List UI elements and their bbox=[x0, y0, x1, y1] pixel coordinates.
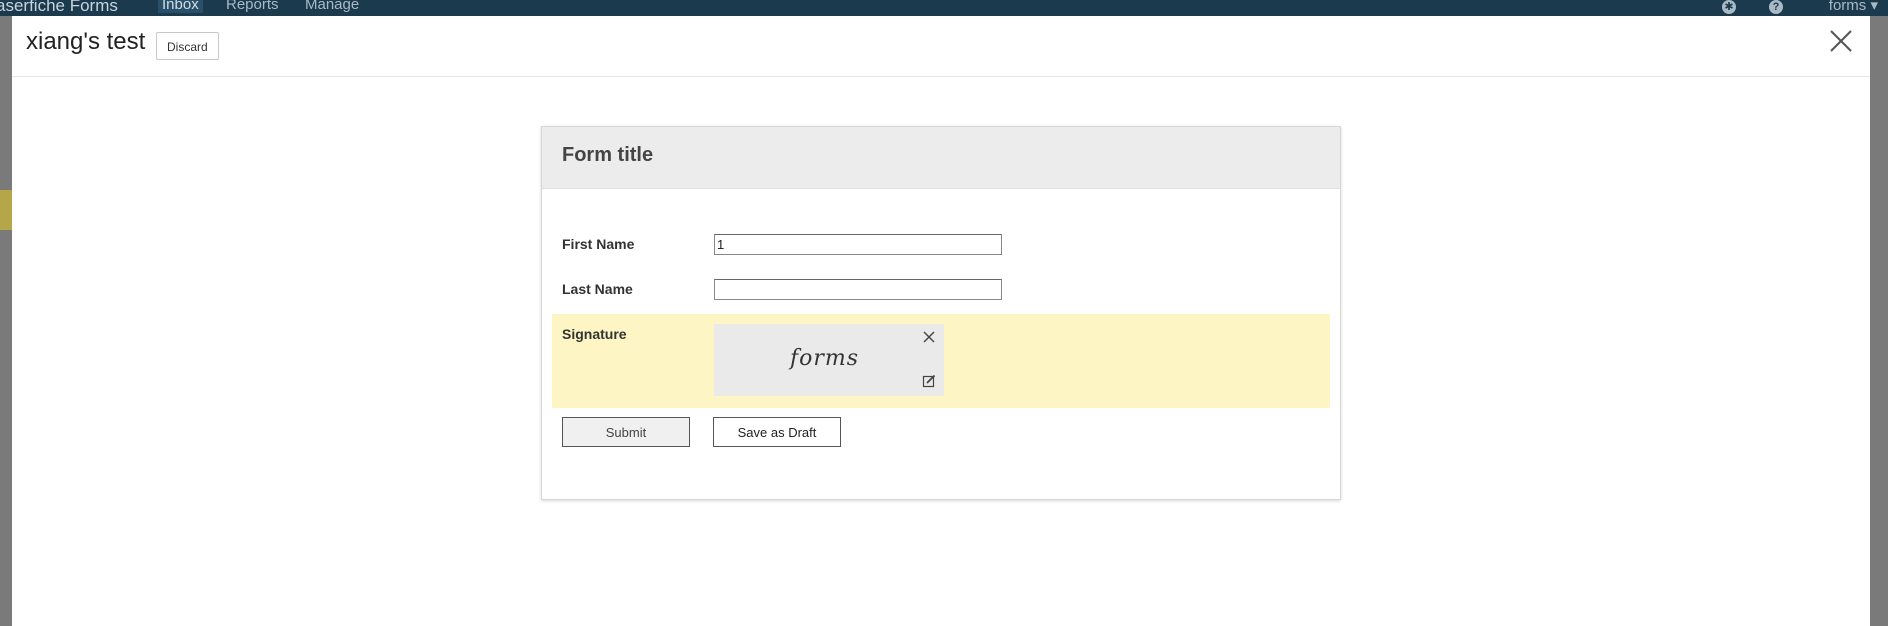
form-header: Form title bbox=[542, 127, 1340, 189]
first-name-input[interactable] bbox=[714, 234, 1002, 255]
modal-header: xiang's test Discard bbox=[12, 16, 1870, 77]
app-brand: aserfiche Forms bbox=[0, 0, 118, 15]
form-title: Form title bbox=[562, 144, 654, 166]
gear-icon[interactable]: ✱ bbox=[1722, 0, 1736, 14]
form-panel: Form title First Name Last Name Signatur… bbox=[541, 126, 1341, 500]
form-modal: xiang's test Discard Form title First Na… bbox=[12, 16, 1870, 626]
last-name-input[interactable] bbox=[714, 279, 1002, 300]
nav-inbox[interactable]: Inbox bbox=[158, 0, 203, 13]
edit-signature-icon[interactable] bbox=[922, 374, 936, 388]
discard-button[interactable]: Discard bbox=[156, 32, 219, 60]
first-name-label: First Name bbox=[562, 236, 635, 252]
close-icon[interactable] bbox=[1828, 28, 1854, 54]
signature-image: forms bbox=[790, 346, 860, 371]
save-draft-button[interactable]: Save as Draft bbox=[713, 417, 841, 447]
user-menu[interactable]: forms ▾ bbox=[1829, 0, 1878, 14]
nav-reports[interactable]: Reports bbox=[226, 0, 279, 13]
modal-title: xiang's test bbox=[26, 28, 146, 55]
signature-label: Signature bbox=[562, 326, 627, 342]
submit-button[interactable]: Submit bbox=[562, 417, 690, 447]
app-topbar: aserfiche Forms Inbox Reports Manage ✱ ?… bbox=[0, 0, 1888, 16]
signature-box[interactable]: forms bbox=[714, 324, 944, 396]
clear-signature-icon[interactable] bbox=[922, 330, 936, 344]
help-icon[interactable]: ? bbox=[1769, 0, 1783, 14]
nav-manage[interactable]: Manage bbox=[305, 0, 359, 13]
background-highlight bbox=[0, 190, 12, 230]
signature-row: Signature forms bbox=[552, 314, 1330, 408]
last-name-label: Last Name bbox=[562, 281, 633, 297]
